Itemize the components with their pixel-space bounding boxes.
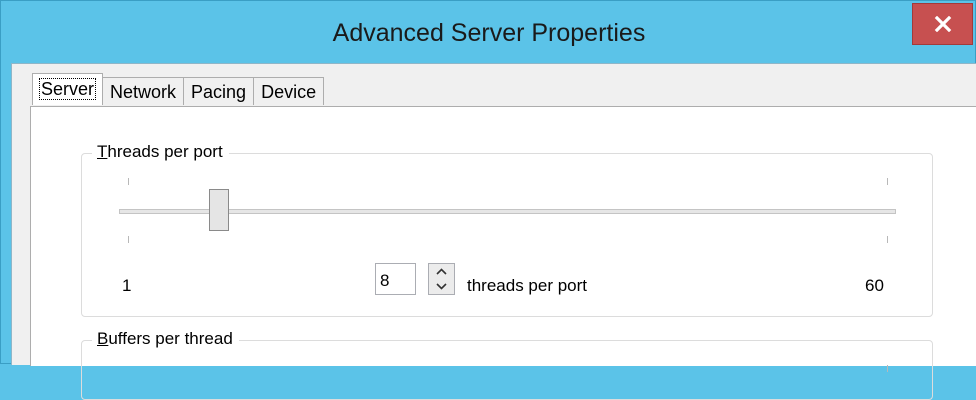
close-button[interactable] bbox=[912, 3, 973, 45]
slider-tick-bottom-right bbox=[887, 236, 888, 243]
spin-up-button[interactable] bbox=[429, 264, 454, 279]
tab-panel-server: Threads per port 1 60 8 threads per port… bbox=[30, 106, 976, 400]
slider-max-label: 60 bbox=[865, 276, 884, 295]
slider-tick-bottom-left bbox=[128, 236, 129, 243]
buffers-per-thread-group: Buffers per thread bbox=[81, 329, 933, 400]
buffers-slider-tick-top-right bbox=[887, 365, 888, 372]
chevron-down-icon bbox=[436, 283, 447, 290]
chevron-up-icon bbox=[436, 268, 447, 275]
threads-unit-label: threads per port bbox=[467, 276, 588, 295]
close-icon bbox=[934, 16, 951, 32]
threads-per-port-group: Threads per port 1 60 8 threads per port bbox=[81, 142, 933, 317]
spin-down-button[interactable] bbox=[429, 279, 454, 294]
slider-track[interactable] bbox=[119, 209, 896, 214]
tab-server[interactable]: Server bbox=[32, 73, 104, 105]
slider-min-label: 1 bbox=[122, 276, 132, 295]
title-bar[interactable]: Advanced Server Properties bbox=[1, 1, 976, 61]
dialog-client-area: Server Network Pacing Device Threads per… bbox=[11, 63, 976, 400]
threads-spin-input[interactable] bbox=[375, 263, 416, 295]
tab-device[interactable]: Device bbox=[253, 77, 325, 105]
threads-spin-buttons[interactable] bbox=[428, 263, 455, 295]
slider-tick-top-right bbox=[887, 178, 888, 185]
tab-pacing[interactable]: Pacing bbox=[183, 77, 255, 105]
slider-tick-top-left bbox=[128, 178, 129, 185]
threads-per-port-label: Threads per port bbox=[92, 142, 229, 162]
tab-strip: Server Network Pacing Device bbox=[32, 73, 325, 105]
threads-slider-thumb[interactable] bbox=[209, 189, 229, 231]
tab-network[interactable]: Network bbox=[102, 77, 185, 105]
dialog-window: Advanced Server Properties Server Networ… bbox=[0, 0, 976, 400]
buffers-per-thread-label: Buffers per thread bbox=[92, 329, 239, 349]
window-title: Advanced Server Properties bbox=[332, 19, 646, 47]
